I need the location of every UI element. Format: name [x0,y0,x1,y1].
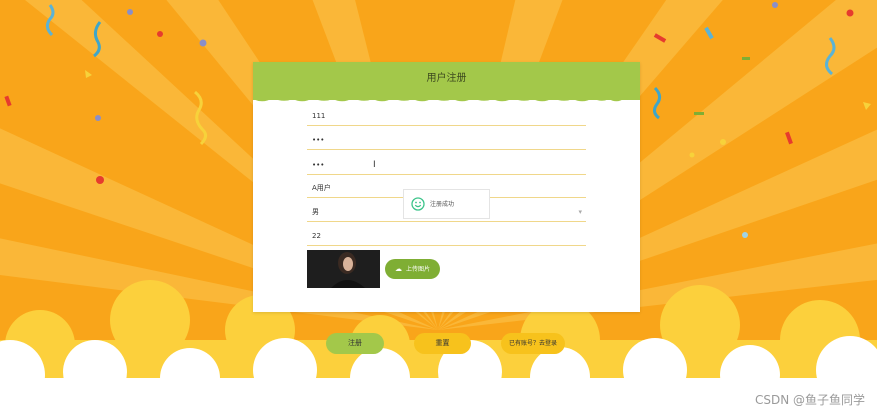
reset-button[interactable]: 重置 [414,333,471,354]
toast-message: 注册成功 [430,201,455,208]
chevron-down-icon: ▾ [578,208,582,216]
upload-label: 上传图片 [405,266,430,273]
password-field[interactable]: ••• [307,130,586,150]
cloud-upload-icon: ☁ [394,265,402,273]
register-button[interactable]: 注册 [326,333,384,354]
text-cursor-icon: I [373,160,376,170]
go-login-button[interactable]: 已有账号？去登录 [501,333,565,354]
watermark: CSDN @鱼子鱼同学 [754,393,865,407]
card-header-wave [253,92,640,102]
smile-icon [411,197,425,211]
gender-value: 男 [312,208,319,216]
register-card: 用户注册 111 ••• ••• A用户 男 ▾ 22 ☁ 上传图片 [253,62,640,312]
upload-image-button[interactable]: ☁ 上传图片 [385,259,440,279]
age-field[interactable]: 22 [307,226,586,246]
username-field[interactable]: 111 [307,106,586,126]
success-toast: 注册成功 [403,189,490,219]
avatar-preview [307,250,380,288]
confirm-password-field[interactable]: ••• [307,155,586,175]
